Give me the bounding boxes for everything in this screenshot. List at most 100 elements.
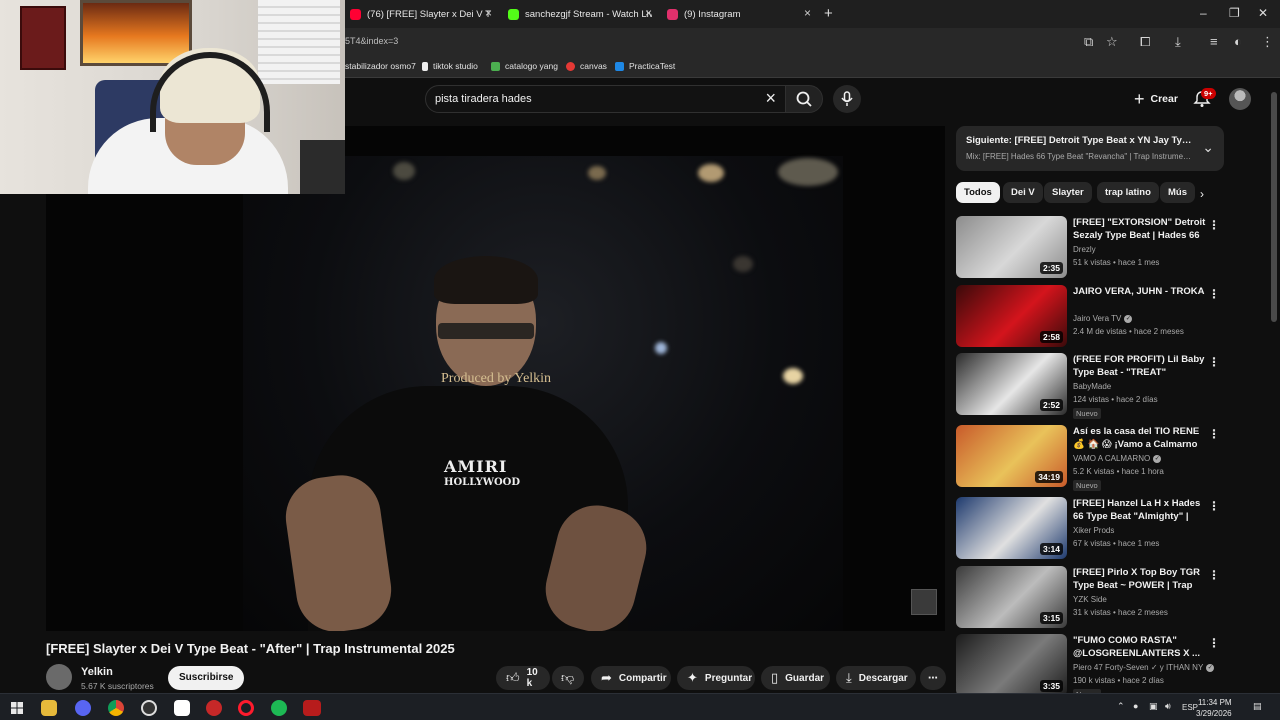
recommendation-title[interactable]: [FREE] "EXTORSION" Detroit Sezaly Type B… (1073, 216, 1209, 242)
chrome-icon[interactable] (108, 700, 124, 716)
tray-chevron-icon[interactable]: ⌃ (1117, 701, 1125, 712)
recommendation-item[interactable]: 2:35 [FREE] "EXTORSION" Detroit Sezaly Ty… (956, 216, 1224, 280)
recommendation-item[interactable]: 3:14 [FREE] Hanzel La H x Hades 66 Type B… (956, 497, 1224, 561)
capcut-icon[interactable] (174, 700, 190, 716)
maximize-icon[interactable]: ❐ (1229, 6, 1240, 20)
more-options-icon[interactable]: ⋮ (1208, 287, 1220, 301)
video-editor-icon[interactable] (303, 700, 321, 716)
app-icon[interactable] (141, 700, 157, 716)
more-options-icon[interactable]: ⋮ (1208, 355, 1220, 369)
video-thumbnail[interactable]: 3:14 (956, 497, 1067, 559)
recommendation-channel[interactable]: Drezly (1073, 245, 1096, 254)
recommendation-channel[interactable]: Xiker Prods (1073, 526, 1114, 535)
channel-avatar[interactable] (46, 664, 72, 690)
chip-todos[interactable]: Todos (956, 182, 1000, 203)
voice-search-button[interactable] (833, 85, 861, 113)
channel-watermark[interactable] (911, 589, 937, 615)
recommendation-title[interactable]: (FREE FOR PROFIT) Lil Baby Type Beat - "… (1073, 353, 1209, 379)
search-input[interactable]: pista tiradera hades (435, 93, 532, 105)
record-app-icon[interactable] (206, 700, 222, 716)
minimize-icon[interactable]: – (1200, 6, 1207, 20)
tab-kick[interactable]: sanchezgjf Stream - Watch Live × (508, 4, 652, 24)
chip-slayter[interactable]: Slayter (1044, 182, 1092, 203)
address-bar[interactable]: 5T4&index=3 (345, 36, 398, 46)
like-button[interactable]: 👍︎ 10 k (496, 666, 550, 690)
video-thumbnail[interactable]: 3:35 (956, 634, 1067, 696)
windows-start-icon[interactable] (9, 700, 25, 716)
recommendation-channel[interactable]: Jairo Vera TV ✓ (1073, 314, 1133, 323)
video-thumbnail[interactable]: 34:19 (956, 425, 1067, 487)
close-tab-icon[interactable]: × (645, 6, 652, 20)
recommendation-channel[interactable]: Piero 47 Forty-Seven ✓ y ITHAN NY ✓ (1073, 663, 1215, 672)
search-box[interactable]: pista tiradera hades × (425, 85, 787, 113)
install-app-icon[interactable]: ⧉ (1084, 34, 1093, 50)
recommendation-title[interactable]: "FUMO COMO RASTA" @LOSGREENLANTERS X ... (1073, 634, 1209, 660)
download-button[interactable]: ⤓ Descargar (836, 666, 916, 690)
create-button[interactable]: + Crear (1126, 87, 1186, 111)
recommendation-title[interactable]: [FREE] Hanzel La H x Hades 66 Type Beat … (1073, 497, 1209, 523)
browser-menu-icon[interactable]: ⋮ (1261, 34, 1274, 50)
video-thumbnail[interactable]: 2:58 (956, 285, 1067, 347)
up-next-panel[interactable]: Siguiente: [FREE] Detroit Type Beat x YN… (956, 126, 1224, 171)
more-actions-button[interactable]: ⋯ (920, 666, 946, 690)
chip-trap-latino[interactable]: trap latino (1097, 182, 1159, 203)
chevron-down-icon[interactable]: ⌄ (1202, 139, 1214, 156)
tab-instagram[interactable]: (9) Instagram × (667, 4, 811, 24)
dislike-button[interactable]: 👎︎ (552, 666, 584, 690)
video-thumbnail[interactable]: 3:15 (956, 566, 1067, 628)
more-options-icon[interactable]: ⋮ (1208, 427, 1220, 441)
recommendation-channel[interactable]: VAMO A CALMARNO ✓ (1073, 454, 1162, 463)
search-button[interactable] (785, 85, 823, 113)
account-avatar[interactable] (1229, 88, 1251, 110)
chip-musica[interactable]: Mús (1160, 182, 1195, 203)
microphone-tray-icon[interactable]: ● (1133, 701, 1138, 711)
share-button[interactable]: ➦ Compartir (591, 666, 671, 690)
subscribe-button[interactable]: Suscribirse (168, 666, 245, 690)
bookmark-star-icon[interactable]: ☆ (1106, 34, 1118, 50)
recommendation-title[interactable]: Así es la casa del TIO RENE 💰 🏠 😱 ¡Vamo … (1073, 425, 1209, 451)
discord-icon[interactable] (75, 700, 91, 716)
video-player[interactable]: AMIRI HOLLYWOOD Produced by Yelkin (46, 126, 945, 631)
file-explorer-icon[interactable] (41, 700, 57, 716)
scrollbar-thumb[interactable] (1271, 92, 1277, 322)
channel-name[interactable]: Yelkin (81, 666, 113, 678)
spotify-icon[interactable] (271, 700, 287, 716)
tab-youtube[interactable]: (76) [FREE] Slayter x Dei V T × (350, 4, 492, 24)
downloads-icon[interactable]: ⤓ (1175, 34, 1181, 50)
bookmark-practicatest[interactable]: PracticaTest (615, 61, 675, 71)
media-control-icon[interactable]: ≡ (1210, 34, 1218, 49)
close-tab-icon[interactable]: × (485, 6, 492, 20)
clear-search-icon[interactable]: × (765, 88, 776, 109)
more-options-icon[interactable]: ⋮ (1208, 499, 1220, 513)
recommendation-item[interactable]: 2:58 JAIRO VERA, JUHN - TROKA Jairo Vera T… (956, 285, 1224, 349)
extensions-icon[interactable]: ⧠ (1140, 34, 1150, 50)
close-tab-icon[interactable]: × (804, 6, 811, 20)
notification-center-icon[interactable]: ▤ (1253, 701, 1262, 712)
recommendation-title[interactable]: [FREE] Pirlo X Top Boy TGR Type Beat ~ P… (1073, 566, 1209, 592)
bookmark-tiktok[interactable]: tiktok studio (422, 61, 478, 71)
video-thumbnail[interactable]: 2:52 (956, 353, 1067, 415)
recommendation-item[interactable]: 3:15 [FREE] Pirlo X Top Boy TGR Type Beat… (956, 566, 1224, 630)
system-clock[interactable]: 11:34 PM 3/29/2026 (1196, 697, 1232, 719)
recommendation-title[interactable]: JAIRO VERA, JUHN - TROKA (1073, 285, 1209, 298)
video-thumbnail[interactable]: 2:35 (956, 216, 1067, 278)
more-options-icon[interactable]: ⋮ (1208, 636, 1220, 650)
new-tab-icon[interactable]: + (824, 5, 833, 22)
opera-icon[interactable] (238, 700, 254, 716)
more-options-icon[interactable]: ⋮ (1208, 568, 1220, 582)
chip-dei-v[interactable]: Dei V (1003, 182, 1043, 203)
recommendation-channel[interactable]: YZK Side (1073, 595, 1107, 604)
more-options-icon[interactable]: ⋮ (1208, 218, 1220, 232)
bookmark-catalogo[interactable]: catalogo yang (491, 61, 558, 71)
recommendation-item[interactable]: 3:35 "FUMO COMO RASTA" @LOSGREENLANTERS X… (956, 634, 1224, 700)
volume-icon[interactable]: 🔊︎ (1165, 701, 1171, 712)
chevron-right-icon[interactable]: › (1200, 187, 1204, 201)
recommendation-item[interactable]: 34:19 Así es la casa del TIO RENE 💰 🏠 😱 ¡… (956, 425, 1224, 491)
bookmark-osmo[interactable]: stabilizador osmo7 (345, 61, 416, 71)
ask-button[interactable]: ✦ Preguntar (677, 666, 755, 690)
bookmark-canvas[interactable]: canvas (566, 61, 607, 71)
close-window-icon[interactable]: ✕ (1258, 6, 1268, 20)
recommendation-item[interactable]: 2:52 (FREE FOR PROFIT) Lil Baby Type Beat… (956, 353, 1224, 419)
recommendation-channel[interactable]: BabyMade (1073, 382, 1111, 391)
network-icon[interactable]: ▣ (1149, 701, 1158, 712)
